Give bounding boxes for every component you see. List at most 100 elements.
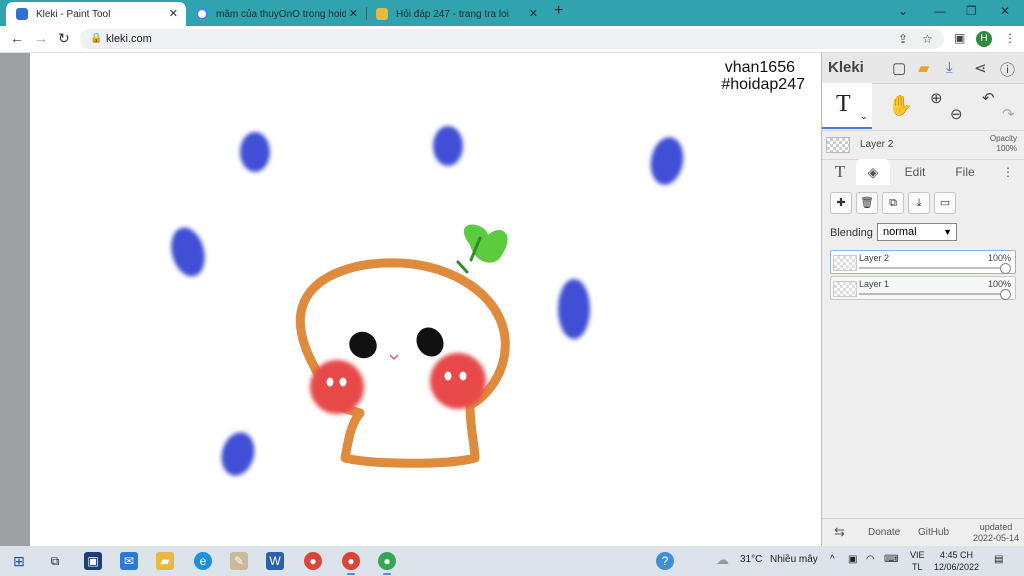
browser-toolbar: ← → ↻ 🔒 kleki.com ⇪ ☆ ▣ H ⋮: [0, 26, 1024, 53]
meet-app-icon[interactable]: ▣: [84, 552, 102, 570]
keyboard-icon[interactable]: ⌨: [884, 554, 898, 565]
nose: [389, 354, 399, 361]
canvas-margin: [0, 53, 30, 546]
word-icon[interactable]: W: [266, 552, 284, 570]
close-tab-icon[interactable]: ✕: [169, 7, 178, 20]
blue-dot: [171, 227, 205, 277]
forward-icon[interactable]: →: [34, 30, 48, 46]
tab-layers[interactable]: ◈: [856, 159, 890, 185]
blending-value: normal: [883, 226, 917, 238]
zoom-in-icon[interactable]: ⊕: [930, 89, 943, 107]
tab-hoidap247[interactable]: Hỏi đáp 247 - trang tra loi ✕: [366, 2, 546, 26]
weather-icon[interactable]: ☁: [716, 552, 729, 568]
share-page-icon[interactable]: ⇪: [898, 32, 908, 46]
new-tab-button[interactable]: +: [554, 2, 563, 20]
help-icon[interactable]: ⓘ: [1000, 59, 1015, 80]
layer-name: Layer 2: [859, 253, 890, 263]
blue-dot: [558, 279, 590, 339]
minimize-icon[interactable]: —: [934, 4, 946, 18]
weather-desc[interactable]: Nhiều mây: [770, 554, 818, 565]
merge-layer-button[interactable]: ⤓: [908, 192, 930, 214]
restore-icon[interactable]: ❐: [966, 4, 977, 18]
tab-title: mâm của thuyOnO trong hoidap: [216, 8, 346, 20]
back-icon[interactable]: ←: [10, 30, 24, 46]
opacity-slider-track[interactable]: [859, 293, 1007, 295]
task-view-icon[interactable]: ⧉: [46, 552, 64, 570]
text-tool-button[interactable]: T ⌄: [822, 83, 872, 129]
current-layer-info: Layer 2 Opacity 100%: [822, 130, 1024, 160]
layer-name: Layer 1: [859, 279, 890, 289]
tab-edit[interactable]: Edit: [892, 159, 938, 185]
reload-icon[interactable]: ↻: [58, 30, 70, 47]
redo-icon[interactable]: ↷: [1002, 105, 1015, 123]
opacity-slider-handle[interactable]: [1000, 263, 1011, 274]
chevron-down-icon[interactable]: ⌄: [860, 111, 868, 122]
swap-panel-icon[interactable]: ⇆: [834, 524, 845, 540]
hand-tool-icon[interactable]: ✋: [888, 93, 913, 118]
rename-layer-button[interactable]: ▭: [934, 192, 956, 214]
close-tab-icon[interactable]: ✕: [349, 7, 358, 20]
tab-strip: Kleki - Paint Tool ✕ mâm của thuyOnO tro…: [0, 0, 1024, 26]
tab-kleki[interactable]: Kleki - Paint Tool ✕: [6, 2, 186, 26]
tab-file[interactable]: File: [942, 159, 988, 185]
paint-app-icon[interactable]: ✎: [230, 552, 248, 570]
tab-title: Kleki - Paint Tool: [36, 8, 111, 20]
windows-start-icon[interactable]: ⊞: [10, 552, 28, 570]
weather-temp[interactable]: 31°C: [740, 554, 762, 565]
undo-icon[interactable]: ↶: [982, 89, 995, 107]
chrome-profile-icon[interactable]: ●: [342, 552, 360, 575]
chrome-app-icon[interactable]: ●: [378, 552, 396, 575]
layer-actions: ✚ 🗑 ⧉ ⤓ ▭: [822, 192, 1024, 218]
profile-avatar[interactable]: H: [976, 31, 992, 47]
blue-dots: [171, 126, 684, 476]
leaf-vein: [456, 260, 469, 274]
left-eye: [349, 331, 377, 359]
mail-icon[interactable]: ✉: [120, 552, 138, 570]
right-eye: [416, 327, 444, 357]
share-icon[interactable]: ⋖: [974, 59, 987, 77]
file-explorer-icon[interactable]: ▰: [156, 552, 174, 570]
help-tray-icon[interactable]: ?: [656, 552, 674, 570]
clock[interactable]: 4:45 CH 12/06/2022: [934, 549, 979, 573]
wifi-icon[interactable]: ◠: [866, 554, 875, 565]
more-icon[interactable]: ⋮: [998, 159, 1018, 185]
add-layer-button[interactable]: ✚: [830, 192, 852, 214]
input-language[interactable]: VIE TL: [910, 549, 925, 573]
chrome-menu-icon[interactable]: ⋮: [1004, 31, 1016, 45]
drawing-canvas[interactable]: vhan1656 #hoidap247: [30, 53, 821, 546]
chrome-icon[interactable]: ●: [304, 552, 322, 570]
network-icon[interactable]: ▣: [848, 554, 857, 565]
cheek-highlight: [339, 377, 347, 387]
layer-row-layer-1[interactable]: Layer 1 100%: [830, 276, 1016, 300]
blending-select[interactable]: normal ▼: [877, 223, 957, 241]
address-bar[interactable]: 🔒 kleki.com ⇪ ☆: [80, 29, 944, 49]
layer-opacity: 100%: [987, 279, 1011, 289]
open-folder-icon[interactable]: ▰: [918, 59, 930, 77]
edge-browser-icon[interactable]: e: [194, 552, 212, 570]
duplicate-layer-button[interactable]: ⧉: [882, 192, 904, 214]
tab-search-icon[interactable]: ⌄: [898, 4, 908, 18]
close-window-icon[interactable]: ✕: [1000, 4, 1010, 18]
layer-opacity: 100%: [987, 253, 1011, 263]
download-icon[interactable]: ⤓: [946, 59, 953, 76]
blue-dot: [221, 432, 255, 476]
right-cheek: [430, 353, 486, 409]
donate-link[interactable]: Donate: [868, 527, 900, 538]
new-image-icon[interactable]: ▢: [892, 59, 906, 77]
opacity-slider-track[interactable]: [859, 267, 1007, 269]
delete-layer-button[interactable]: 🗑: [856, 192, 878, 214]
notifications-icon[interactable]: ▤: [994, 554, 1003, 565]
opacity-value: 100%: [996, 144, 1017, 153]
tab-tool-settings[interactable]: T: [826, 159, 854, 185]
chevron-up-icon[interactable]: ^: [830, 554, 835, 565]
side-panel-icon[interactable]: ▣: [954, 31, 965, 45]
github-link[interactable]: GitHub: [918, 527, 949, 538]
opacity-slider-handle[interactable]: [1000, 289, 1011, 300]
current-layer-name: Layer 2: [860, 139, 894, 150]
close-tab-icon[interactable]: ✕: [529, 7, 538, 20]
zoom-out-icon[interactable]: ⊖: [950, 105, 963, 123]
blending-label: Blending: [830, 227, 873, 239]
layer-row-layer-2[interactable]: Layer 2 100%: [830, 250, 1016, 274]
tab-hoidap-search[interactable]: mâm của thuyOnO trong hoidap ✕: [186, 2, 366, 26]
bookmark-star-icon[interactable]: ☆: [922, 32, 933, 46]
